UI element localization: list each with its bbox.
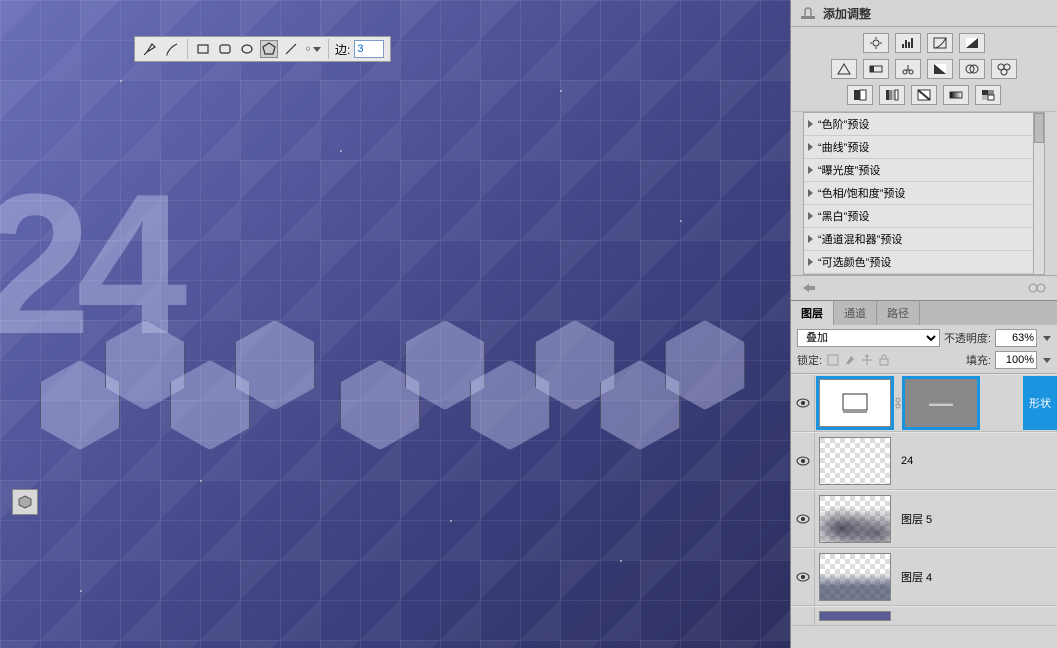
photo-filter-icon[interactable]: [959, 59, 985, 79]
layer-panel-tabs: 图层 通道 路径: [791, 300, 1057, 325]
preset-levels[interactable]: “色阶”预设: [804, 113, 1044, 136]
layer-thumbnail[interactable]: [819, 495, 891, 543]
polygon-tool-icon[interactable]: [260, 40, 278, 58]
canvas[interactable]: 24 边:: [0, 0, 790, 648]
vibrance-icon[interactable]: [831, 59, 857, 79]
rectangle-tool-icon[interactable]: [194, 40, 212, 58]
lock-position-icon[interactable]: [860, 353, 874, 367]
opacity-dropdown-icon[interactable]: [1043, 336, 1051, 341]
layer-row-shape[interactable]: ▬▬▬ 形状: [791, 374, 1057, 432]
layer-name: 24: [895, 455, 913, 467]
adjustments-footer: [791, 275, 1057, 300]
preset-channel-mixer[interactable]: “通道混和器”预设: [804, 228, 1044, 251]
freeform-pen-icon[interactable]: [163, 40, 181, 58]
stamp-icon: [799, 4, 817, 22]
tab-paths[interactable]: 路径: [877, 301, 920, 325]
layer-name: 图层 4: [895, 569, 932, 585]
opacity-label: 不透明度:: [944, 330, 991, 346]
eye-icon[interactable]: [796, 514, 810, 524]
pen-tool-icon[interactable]: [141, 40, 159, 58]
adjustment-presets: “色阶”预设 “曲线”预设 “曝光度”预设 “色相/饱和度”预设 “黑白”预设 …: [791, 111, 1057, 275]
eye-icon[interactable]: [796, 572, 810, 582]
black-white-icon[interactable]: [927, 59, 953, 79]
custom-shape-tool-icon[interactable]: [304, 40, 322, 58]
preset-black-white[interactable]: “黑白”预设: [804, 205, 1044, 228]
tool-options-bar: 边:: [134, 36, 391, 62]
edges-label: 边:: [335, 41, 350, 58]
eye-icon[interactable]: [796, 456, 810, 466]
floating-polygon-preview[interactable]: [12, 489, 38, 515]
clip-icon[interactable]: [1027, 280, 1049, 296]
vector-mask-thumbnail[interactable]: ▬▬▬: [905, 379, 977, 427]
preset-hue-saturation[interactable]: “色相/饱和度”预设: [804, 182, 1044, 205]
edges-input[interactable]: [354, 40, 384, 58]
gradient-map-icon[interactable]: [943, 85, 969, 105]
layer-row-5[interactable]: 图层 5: [791, 490, 1057, 548]
lock-all-icon[interactable]: [877, 353, 891, 367]
adjustments-grid: [791, 27, 1057, 111]
lock-label: 锁定:: [797, 352, 822, 368]
ellipse-tool-icon[interactable]: [238, 40, 256, 58]
return-icon[interactable]: [799, 280, 821, 296]
fill-label: 填充:: [966, 352, 991, 368]
fill-dropdown-icon[interactable]: [1043, 358, 1051, 363]
adjustments-title: 添加调整: [823, 5, 871, 22]
layer-row-partial[interactable]: [791, 606, 1057, 626]
layer-name: 图层 5: [895, 511, 932, 527]
tab-layers[interactable]: 图层: [791, 301, 834, 325]
posterize-icon[interactable]: [879, 85, 905, 105]
tab-channels[interactable]: 通道: [834, 301, 877, 325]
layers-list: ▬▬▬ 形状 24 图层 5 图层 4: [791, 374, 1057, 648]
layer-row-4[interactable]: 图层 4: [791, 548, 1057, 606]
invert-icon[interactable]: [847, 85, 873, 105]
right-panels: 添加调整: [790, 0, 1057, 648]
exposure-icon[interactable]: [959, 33, 985, 53]
layer-thumbnail[interactable]: [819, 611, 891, 621]
link-icon[interactable]: [895, 396, 901, 410]
lock-pixels-icon[interactable]: [843, 353, 857, 367]
preset-selective-color[interactable]: “可选颜色”预设: [804, 251, 1044, 274]
preset-curves[interactable]: “曲线”预设: [804, 136, 1044, 159]
layer-thumbnail[interactable]: [819, 379, 891, 427]
layer-controls: 叠加 不透明度: 锁定: 填充:: [791, 325, 1057, 374]
selective-color-icon[interactable]: [975, 85, 1001, 105]
layer-thumbnail[interactable]: [819, 437, 891, 485]
line-tool-icon[interactable]: [282, 40, 300, 58]
rounded-rectangle-tool-icon[interactable]: [216, 40, 234, 58]
curves-icon[interactable]: [927, 33, 953, 53]
lock-transparency-icon[interactable]: [826, 353, 840, 367]
hue-saturation-icon[interactable]: [863, 59, 889, 79]
preset-exposure[interactable]: “曝光度”预设: [804, 159, 1044, 182]
levels-icon[interactable]: [895, 33, 921, 53]
brightness-contrast-icon[interactable]: [863, 33, 889, 53]
threshold-icon[interactable]: [911, 85, 937, 105]
eye-icon[interactable]: [796, 398, 810, 408]
adjustments-panel-header: 添加调整: [791, 0, 1057, 27]
blend-mode-select[interactable]: 叠加: [797, 329, 940, 347]
layer-name: 形状: [1023, 376, 1057, 430]
opacity-input[interactable]: [995, 329, 1037, 347]
fill-input[interactable]: [995, 351, 1037, 369]
layer-row-24[interactable]: 24: [791, 432, 1057, 490]
layer-thumbnail[interactable]: [819, 553, 891, 601]
channel-mixer-icon[interactable]: [991, 59, 1017, 79]
presets-scrollbar[interactable]: [1033, 113, 1044, 274]
color-balance-icon[interactable]: [895, 59, 921, 79]
